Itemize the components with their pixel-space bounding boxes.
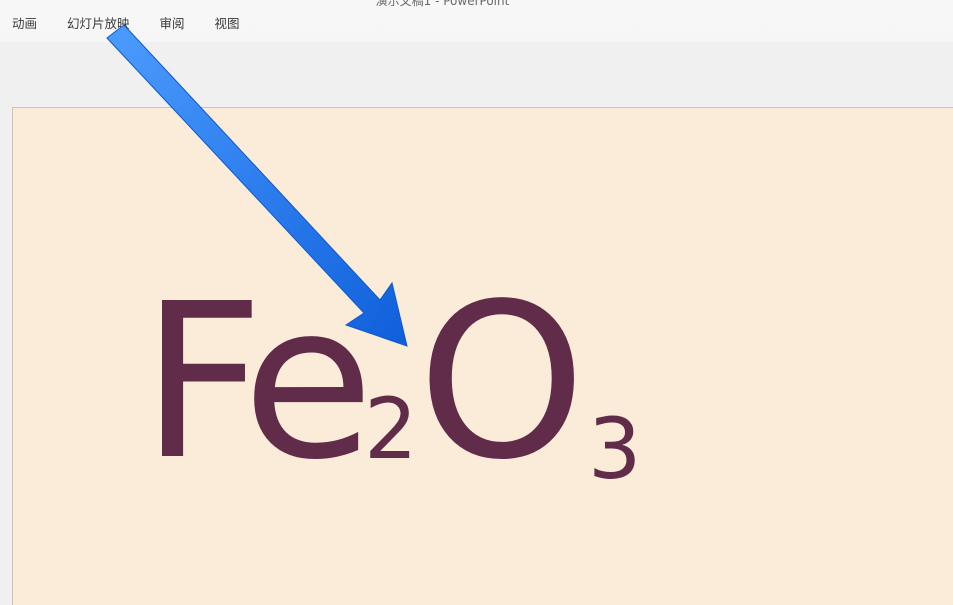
window-title: 演示文稿1 - PowerPoint (375, 0, 510, 8)
formula-element-fe: Fe (141, 258, 374, 507)
slide-canvas[interactable]: Fe2O 3 (12, 107, 953, 605)
tab-review[interactable]: 审阅 (160, 15, 185, 33)
tab-view[interactable]: 视图 (215, 15, 240, 33)
formula-element-o: O (417, 258, 586, 507)
ribbon-tabs: 动画 幻灯片放映 审阅 视图 (12, 15, 270, 33)
formula-subscript-2: 2 (364, 380, 418, 478)
chemical-formula[interactable]: Fe2O 3 (141, 276, 641, 492)
tab-animations[interactable]: 动画 (12, 15, 37, 33)
tab-slide-show[interactable]: 幻灯片放映 (67, 15, 130, 33)
formula-subscript-3: 3 (587, 400, 642, 498)
powerpoint-window: 演示文稿1 - PowerPoint 动画 幻灯片放映 审阅 视图 Fe2O 3 (0, 0, 953, 605)
